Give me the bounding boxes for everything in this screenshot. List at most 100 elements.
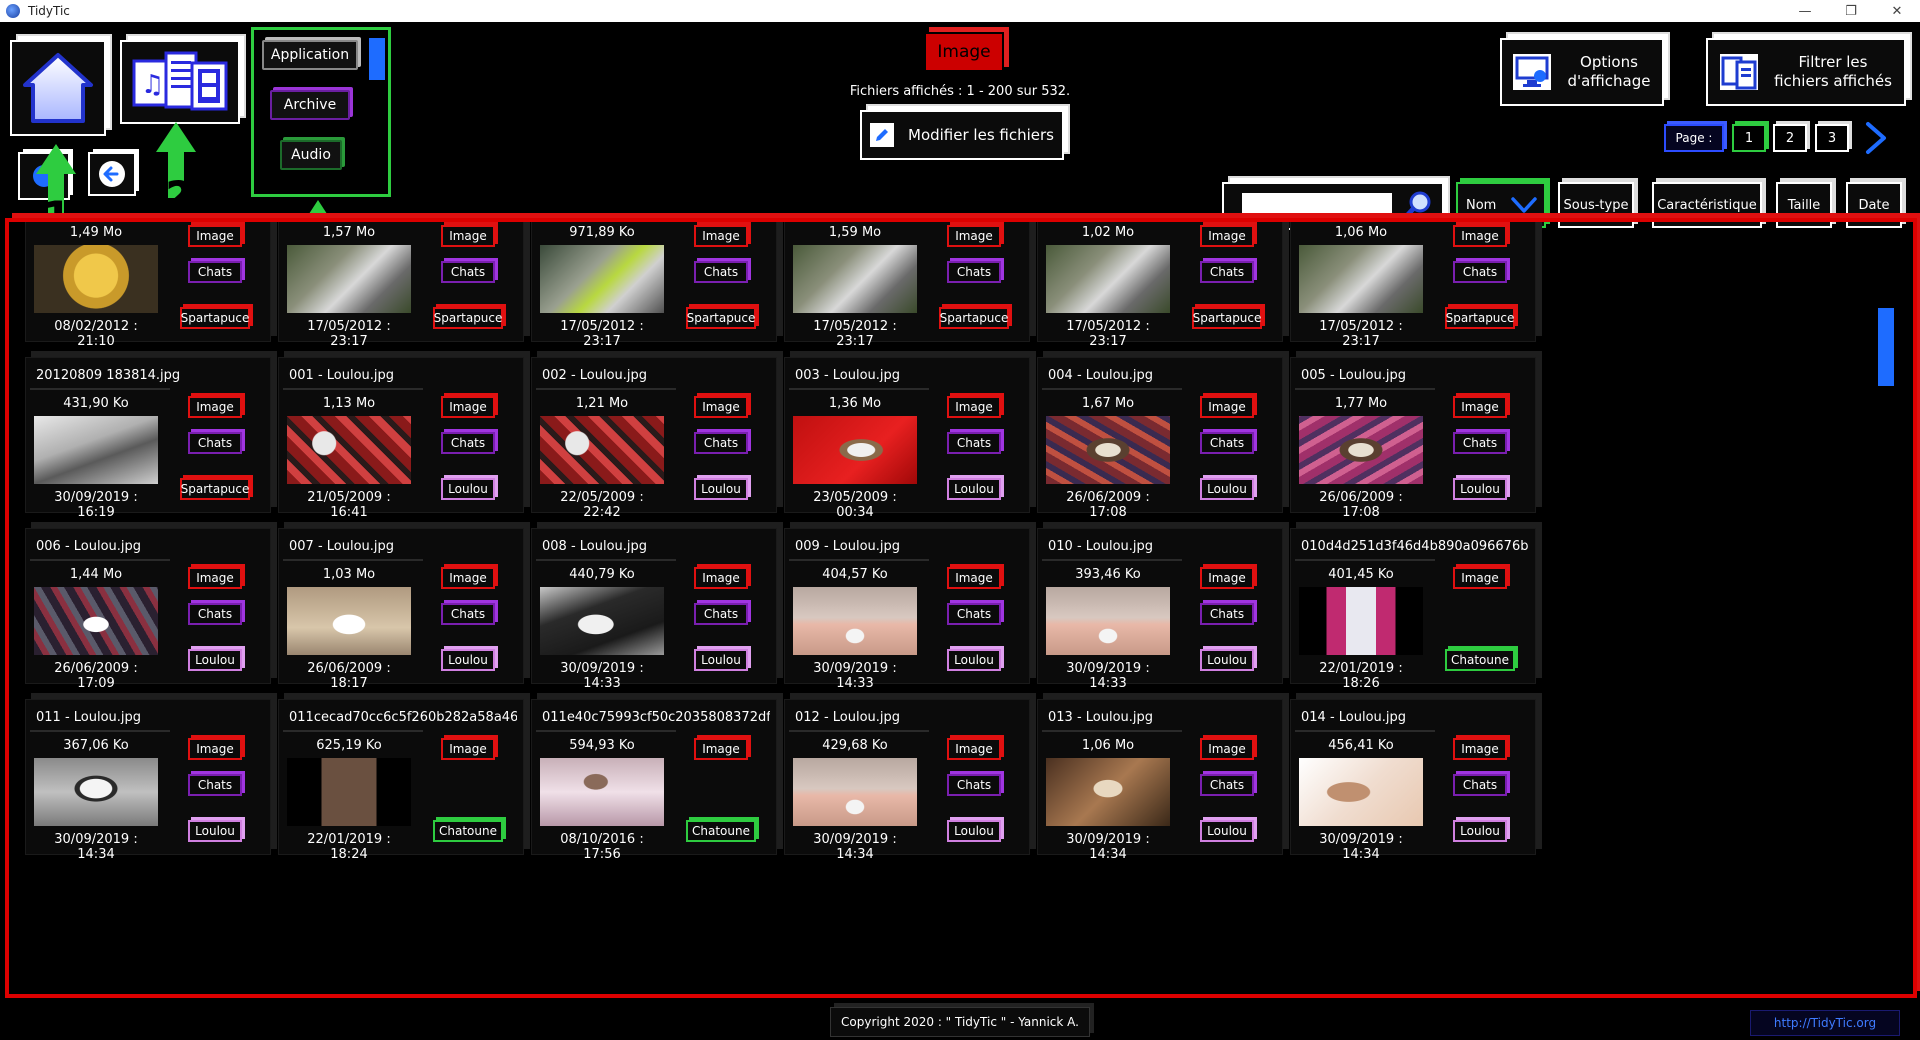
type-tag[interactable]: Image [947,225,1001,247]
file-thumbnail[interactable] [793,245,917,313]
file-thumbnail[interactable] [34,416,158,484]
next-page-chevron-icon[interactable] [1860,120,1892,156]
feature-tag[interactable]: Loulou [1200,649,1254,671]
subtype-tag[interactable]: Chats [1200,261,1254,283]
file-tile[interactable]: 009 - Loulou.jpg 404,57 Ko 30/09/2019 : 14… [784,528,1030,691]
file-thumbnail[interactable] [793,416,917,484]
feature-tag[interactable]: Chatoune [1445,649,1515,671]
subtype-tag[interactable]: Chats [188,603,242,625]
subtype-tag[interactable]: Chats [1200,774,1254,796]
file-thumbnail[interactable] [1299,758,1423,826]
file-tile[interactable]: 011cecad70cc6c5f260b282a58a46bad77b8565 6… [278,699,524,862]
feature-tag[interactable]: Loulou [1453,820,1507,842]
file-tile[interactable]: 1,49 Mo 08/02/2012 : 21:10 Image Chats Spart… [25,222,271,349]
file-tile[interactable]: 002 - Loulou.jpg 1,21 Mo 22/05/2009 : 22:4… [531,357,777,520]
page-2-button[interactable]: 2 [1773,124,1807,152]
subtype-tag[interactable]: Chats [947,603,1001,625]
file-thumbnail[interactable] [287,245,411,313]
feature-tag[interactable]: Spartapuce [180,478,250,500]
type-tag[interactable]: Image [441,396,495,418]
file-tile[interactable]: 011e40c75993cf50c2035808372df8c4757b17c 5… [531,699,777,862]
file-tile[interactable]: 005 - Loulou.jpg 1,77 Mo 26/06/2009 : 17:0… [1290,357,1536,520]
file-thumbnail[interactable] [1299,587,1423,655]
display-options-button[interactable]: Options d'affichage [1500,38,1664,106]
type-tag[interactable]: Image [694,225,748,247]
file-thumbnail[interactable] [1046,416,1170,484]
feature-tag[interactable]: Loulou [694,478,748,500]
feature-tag[interactable]: Loulou [188,820,242,842]
minimize-button[interactable]: — [1782,0,1828,22]
file-thumbnail[interactable] [34,587,158,655]
feature-tag[interactable]: Loulou [441,649,495,671]
type-tag[interactable]: Image [441,567,495,589]
media-library-button[interactable]: ♫ [120,40,240,124]
file-tile[interactable]: 1,06 Mo 17/05/2012 : 23:17 Image Chats Spart… [1290,222,1536,349]
subtype-tag[interactable]: Chats [1200,432,1254,454]
type-tag[interactable]: Image [947,567,1001,589]
subtype-tag[interactable]: Chats [1200,603,1254,625]
type-tag[interactable]: Image [694,738,748,760]
home-button[interactable] [10,40,106,136]
type-tag[interactable]: Image [441,225,495,247]
type-tag[interactable]: Image [188,225,242,247]
feature-tag[interactable]: Loulou [947,649,1001,671]
file-tile[interactable]: 006 - Loulou.jpg 1,44 Mo 26/06/2009 : 17:0… [25,528,271,691]
file-tile[interactable]: 013 - Loulou.jpg 1,06 Mo 30/09/2019 : 14:3… [1037,699,1283,862]
website-link[interactable]: http://TidyTic.org [1750,1010,1900,1036]
file-thumbnail[interactable] [1299,416,1423,484]
feature-tag[interactable]: Spartapuce [1445,307,1515,329]
feature-tag[interactable]: Loulou [947,820,1001,842]
file-tile[interactable]: 003 - Loulou.jpg 1,36 Mo 23/05/2009 : 00:3… [784,357,1030,520]
type-tag[interactable]: Image [1200,396,1254,418]
file-thumbnail[interactable] [1046,758,1170,826]
file-tile[interactable]: 1,02 Mo 17/05/2012 : 23:17 Image Chats Spart… [1037,222,1283,349]
file-tile[interactable]: 014 - Loulou.jpg 456,41 Ko 30/09/2019 : 14… [1290,699,1536,862]
file-thumbnail[interactable] [540,416,664,484]
feature-tag[interactable]: Loulou [441,478,495,500]
type-tag[interactable]: Image [188,396,242,418]
file-thumbnail[interactable] [540,587,664,655]
type-archive-button[interactable]: Archive [270,90,350,120]
subtype-tag[interactable]: Chats [1453,774,1507,796]
type-list-scrollbar[interactable] [369,38,385,80]
file-thumbnail[interactable] [1299,245,1423,313]
close-button[interactable]: ✕ [1874,0,1920,22]
type-tag[interactable]: Image [1453,225,1507,247]
feature-tag[interactable]: Loulou [188,649,242,671]
type-application-button[interactable]: Application [262,40,358,70]
subtype-tag[interactable]: Chats [188,261,242,283]
restore-button[interactable]: ❐ [1828,0,1874,22]
subtype-tag[interactable]: Chats [1453,432,1507,454]
type-tag[interactable]: Image [441,738,495,760]
current-type-button[interactable]: Image [924,32,1004,72]
type-tag[interactable]: Image [188,738,242,760]
file-thumbnail[interactable] [1046,587,1170,655]
file-thumbnail[interactable] [34,758,158,826]
file-tile[interactable]: 012 - Loulou.jpg 429,68 Ko 30/09/2019 : 14… [784,699,1030,862]
back-button[interactable] [88,152,136,196]
file-tile[interactable]: 971,89 Ko 17/05/2012 : 23:17 Image Chats Spa… [531,222,777,349]
subtype-tag[interactable]: Chats [188,774,242,796]
file-tile[interactable]: 011 - Loulou.jpg 367,06 Ko 30/09/2019 : 14… [25,699,271,862]
subtype-tag[interactable]: Chats [188,432,242,454]
feature-tag[interactable]: Chatoune [433,820,503,842]
feature-tag[interactable]: Loulou [694,649,748,671]
type-tag[interactable]: Image [188,567,242,589]
file-thumbnail[interactable] [540,245,664,313]
feature-tag[interactable]: Spartapuce [1192,307,1262,329]
type-tag[interactable]: Image [1200,567,1254,589]
file-thumbnail[interactable] [793,587,917,655]
subtype-tag[interactable]: Chats [694,432,748,454]
type-audio-button[interactable]: Audio [280,140,342,170]
file-tile[interactable]: 001 - Loulou.jpg 1,13 Mo 21/05/2009 : 16:4… [278,357,524,520]
type-tag[interactable]: Image [1200,225,1254,247]
file-tile[interactable]: 010d4d251d3f46d4b890a096676b9ea8a223ae5 4… [1290,528,1536,691]
file-grid-scrollbar[interactable] [1878,308,1894,386]
file-thumbnail[interactable] [1046,245,1170,313]
feature-tag[interactable]: Spartapuce [686,307,756,329]
filter-displayed-button[interactable]: Filtrer les fichiers affichés [1706,38,1906,106]
file-thumbnail[interactable] [287,587,411,655]
subtype-tag[interactable]: Chats [947,432,1001,454]
subtype-tag[interactable]: Chats [1453,261,1507,283]
type-tag[interactable]: Image [1200,738,1254,760]
